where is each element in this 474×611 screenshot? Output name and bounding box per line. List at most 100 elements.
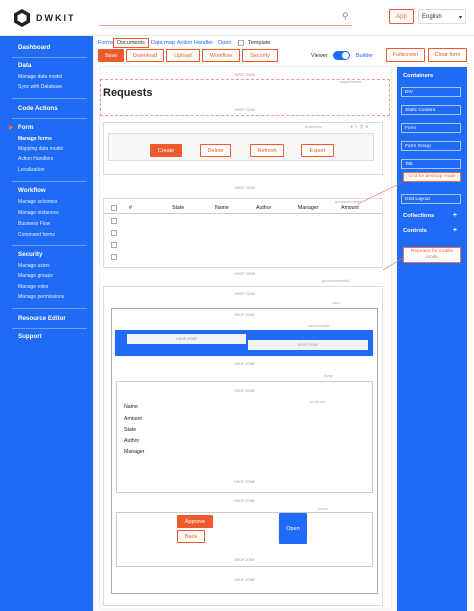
toolbox-item-label: Form <box>405 126 417 131</box>
drop-zone[interactable]: DROP ZONE <box>111 313 378 317</box>
active-arrow-icon: ▶ <box>9 125 14 131</box>
toolbox-item-static-content[interactable]: Static Content <box>401 105 461 115</box>
drop-zone[interactable]: DROP ZONE <box>100 292 390 296</box>
sidebar-item-manage-users[interactable]: Manage users <box>18 263 50 269</box>
divider <box>12 118 87 119</box>
control-label: body <box>324 373 333 378</box>
sidebar-section-security[interactable]: Security <box>18 251 42 258</box>
search-input[interactable] <box>99 10 352 26</box>
toolbox-item-label: DIV <box>405 90 413 95</box>
refresh-button[interactable]: Refresh <box>250 144 284 157</box>
sidebar-item-dashboard[interactable]: Dashboard <box>18 44 50 51</box>
toolbox-item-tab[interactable]: Tab <box>401 159 461 169</box>
sidebar-item-manage-roles[interactable]: Manage roles <box>18 284 48 290</box>
drop-zone[interactable]: DROP ZONE <box>248 340 368 350</box>
sidebar-item-manage-permissions[interactable]: Manage permissions <box>18 294 64 300</box>
breadcrumb-action-handler[interactable]: Action Handler <box>177 40 213 46</box>
delete-button[interactable]: Delete <box>200 144 231 157</box>
sidebar-item-manage-instances[interactable]: Manage instances <box>18 210 59 216</box>
annotation-arrows <box>357 181 404 270</box>
grid-row-checkbox[interactable] <box>111 218 117 224</box>
collections-section[interactable]: Collections + <box>403 212 461 219</box>
drop-zone[interactable]: DROP ZONE <box>116 480 373 484</box>
sidebar-item-mapping-data-model[interactable]: Mapping data model <box>18 146 63 152</box>
drop-zone[interactable]: DROP ZONE <box>111 362 378 366</box>
divider <box>12 308 87 309</box>
plus-icon: + <box>452 227 457 234</box>
controls-section[interactable]: Controls + <box>403 227 461 234</box>
sidebar-section-data[interactable]: Data <box>18 62 31 69</box>
grid-column-header[interactable]: Author <box>256 205 271 211</box>
upload-button[interactable]: Upload <box>166 49 200 62</box>
button-group[interactable] <box>108 133 374 161</box>
fullscreen-button[interactable]: Fullscreen <box>386 48 425 62</box>
back-button[interactable]: Back <box>177 530 205 543</box>
breadcrumb-open[interactable]: Open <box>218 40 231 46</box>
card-body[interactable] <box>116 381 373 493</box>
clear-form-button[interactable]: Clear form <box>428 48 467 62</box>
grid-column-header[interactable]: # <box>129 205 132 211</box>
breadcrumb-documents[interactable]: Documents <box>113 38 149 48</box>
sidebar-item-support[interactable]: Support <box>18 333 42 340</box>
grid-row-checkbox[interactable] <box>111 242 117 248</box>
breadcrumb-data-map[interactable]: Data map <box>151 40 175 46</box>
drop-zone[interactable]: DROP ZONE <box>100 73 390 77</box>
sidebar-section-form[interactable]: Form <box>18 124 33 131</box>
grid-row-checkbox[interactable] <box>111 230 117 236</box>
control-label: card-header <box>308 323 330 328</box>
chevron-down-icon: ▾ <box>458 15 462 21</box>
sidebar: Dashboard Data Manage data model Sync wi… <box>0 36 93 611</box>
grid-select-all-checkbox[interactable] <box>111 205 117 211</box>
workflow-button[interactable]: Workflow <box>202 49 240 62</box>
divider <box>12 181 87 182</box>
download-button[interactable]: Download <box>126 49 164 62</box>
drop-zone[interactable]: DROP ZONE <box>100 108 390 112</box>
sidebar-item-manage-groups[interactable]: Manage groups <box>18 273 53 279</box>
drop-zone[interactable]: DROP ZONE <box>116 389 373 393</box>
toolbox-item-grid-layout[interactable]: Grid Layout <box>401 194 461 204</box>
open-button[interactable]: Open <box>279 513 307 544</box>
template-checkbox[interactable] <box>238 40 244 46</box>
breadcrumb-forms[interactable]: Forms <box>98 40 114 46</box>
field-label-state: State <box>124 427 137 433</box>
sidebar-item-code-actions[interactable]: Code Actions <box>18 105 58 112</box>
sidebar-item-localization[interactable]: Localization <box>18 167 44 173</box>
drop-zone[interactable]: DROP ZONE <box>111 499 378 503</box>
sidebar-item-manage-schemes[interactable]: Manage schemes <box>18 199 57 205</box>
divider <box>12 98 87 99</box>
language-select[interactable]: English ▾ <box>418 9 466 24</box>
sidebar-item-manage-data-model[interactable]: Manage data model <box>18 74 62 80</box>
control-label: griddocuments2 <box>322 278 351 283</box>
sidebar-section-workflow[interactable]: Workflow <box>18 187 46 194</box>
viewer-builder-toggle[interactable] <box>333 51 350 60</box>
approve-button[interactable]: Approve <box>177 515 213 528</box>
sidebar-item-business-flow[interactable]: Business Flow <box>18 221 50 227</box>
sidebar-item-resource-editor[interactable]: Resource Editor <box>18 315 66 322</box>
sidebar-item-command-forms[interactable]: Command forms <box>18 232 55 238</box>
grid-row-checkbox[interactable] <box>111 254 117 260</box>
create-button[interactable]: Create <box>150 144 182 157</box>
toolbox-item-form[interactable]: Form <box>401 123 461 133</box>
containers-section[interactable]: Containers <box>403 73 433 79</box>
drop-zone[interactable]: DROP ZONE <box>111 578 378 582</box>
drop-zone[interactable]: DROP ZONE <box>127 334 246 344</box>
grid-column-header[interactable]: Manager <box>298 205 318 211</box>
security-button[interactable]: Security <box>242 49 278 62</box>
sidebar-item-action-handlers[interactable]: Action Handlers <box>18 156 53 162</box>
drop-zone[interactable]: DROP ZONE <box>100 272 390 276</box>
grid-column-header[interactable]: Name <box>215 205 229 211</box>
field-label-author: Author <box>124 438 140 444</box>
control-actions-icon[interactable]: ✚ ✎ 🗑 ✖ <box>350 124 368 129</box>
export-button[interactable]: Export <box>301 144 334 157</box>
field-label-manager: Manager <box>124 449 145 455</box>
plus-icon: + <box>452 212 457 219</box>
app-button[interactable]: App <box>389 9 414 24</box>
toolbox-item-form-group[interactable]: Form Group <box>401 141 461 151</box>
grid-column-header[interactable]: State <box>172 205 184 211</box>
drop-zone[interactable]: DROP ZONE <box>116 558 373 562</box>
sidebar-item-sync-database[interactable]: Sync with Database <box>18 84 62 90</box>
search-icon[interactable]: ⚲ <box>342 11 349 22</box>
save-button[interactable]: Save <box>98 49 124 62</box>
sidebar-item-manage-forms[interactable]: Manage forms <box>18 136 52 142</box>
toolbox-item-div[interactable]: DIV <box>401 87 461 97</box>
